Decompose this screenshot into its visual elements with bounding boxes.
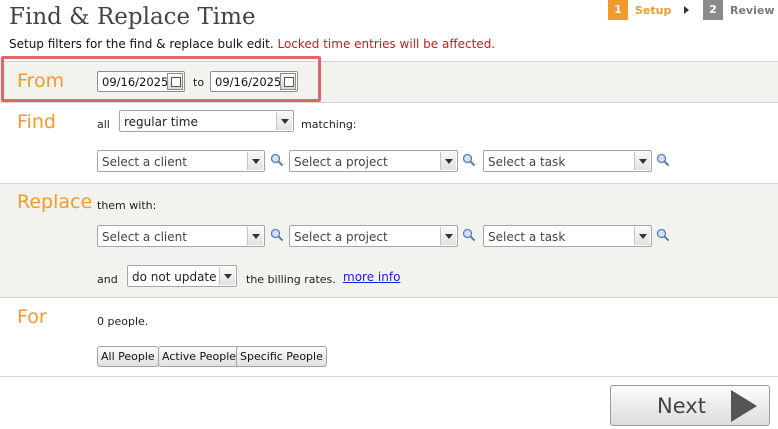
play-arrow-icon <box>731 390 757 422</box>
magnifier-icon[interactable] <box>462 153 476 167</box>
step-2-number: 2 <box>703 0 723 20</box>
replace-project-select[interactable]: Select a project <box>289 225 458 247</box>
page-title: Find & Replace Time <box>9 4 256 30</box>
billing-rate-select[interactable]: do not update <box>127 265 237 287</box>
replace-client-placeholder: Select a client <box>102 230 187 244</box>
replace-project-placeholder: Select a project <box>294 230 388 244</box>
chevron-down-icon <box>440 227 456 245</box>
chevron-down-icon <box>276 112 292 130</box>
find-client-placeholder: Select a client <box>102 155 187 169</box>
replace-intro: them with: <box>97 199 157 212</box>
divider <box>0 102 778 103</box>
chevron-down-icon <box>247 152 263 170</box>
replace-client-select[interactable]: Select a client <box>97 225 265 247</box>
find-client-select[interactable]: Select a client <box>97 150 265 172</box>
chevron-down-icon <box>634 152 650 170</box>
step-separator-arrow-icon <box>684 6 689 14</box>
chevron-down-icon <box>634 227 650 245</box>
find-task-placeholder: Select a task <box>488 155 566 169</box>
specific-people-button[interactable]: Specific People <box>236 346 327 367</box>
step-2-label: Review <box>730 4 775 17</box>
billing-suffix: the billing rates. <box>246 273 336 286</box>
more-info-link[interactable]: more info <box>343 270 400 284</box>
for-label: For <box>17 306 47 328</box>
subtitle-text: Setup filters for the find & replace bul… <box>9 37 274 51</box>
find-project-select[interactable]: Select a project <box>289 150 458 172</box>
chevron-down-icon <box>440 152 456 170</box>
replace-task-placeholder: Select a task <box>488 230 566 244</box>
magnifier-icon[interactable] <box>462 228 476 242</box>
magnifier-icon[interactable] <box>270 153 284 167</box>
time-type-select[interactable]: regular time <box>119 110 294 132</box>
people-count: 0 people. <box>97 315 149 328</box>
find-project-placeholder: Select a project <box>294 155 388 169</box>
wizard-steps: 1 Setup 2 Review <box>608 0 775 20</box>
time-type-value: regular time <box>124 115 198 129</box>
page-subtitle: Setup filters for the find & replace bul… <box>9 37 495 51</box>
from-highlight-box <box>1 56 321 102</box>
all-people-button[interactable]: All People <box>97 346 159 367</box>
divider <box>0 183 778 184</box>
chevron-down-icon <box>247 227 263 245</box>
active-people-button[interactable]: Active People <box>158 346 241 367</box>
find-task-select[interactable]: Select a task <box>483 150 652 172</box>
find-label: Find <box>17 111 56 133</box>
magnifier-icon[interactable] <box>656 153 670 167</box>
magnifier-icon[interactable] <box>656 228 670 242</box>
and-label: and <box>97 273 118 286</box>
divider <box>0 376 778 377</box>
next-button[interactable]: Next <box>610 385 770 426</box>
find-prefix: all <box>97 118 110 131</box>
replace-task-select[interactable]: Select a task <box>483 225 652 247</box>
chevron-down-icon <box>219 267 235 285</box>
next-label: Next <box>657 394 706 418</box>
locked-warning: Locked time entries will be affected. <box>277 37 496 51</box>
step-1-number: 1 <box>608 0 628 20</box>
billing-rate-value: do not update <box>132 270 217 284</box>
find-suffix: matching: <box>301 118 357 131</box>
magnifier-icon[interactable] <box>270 228 284 242</box>
step-1-label: Setup <box>635 4 672 17</box>
replace-label: Replace <box>17 191 93 213</box>
divider <box>0 297 778 298</box>
